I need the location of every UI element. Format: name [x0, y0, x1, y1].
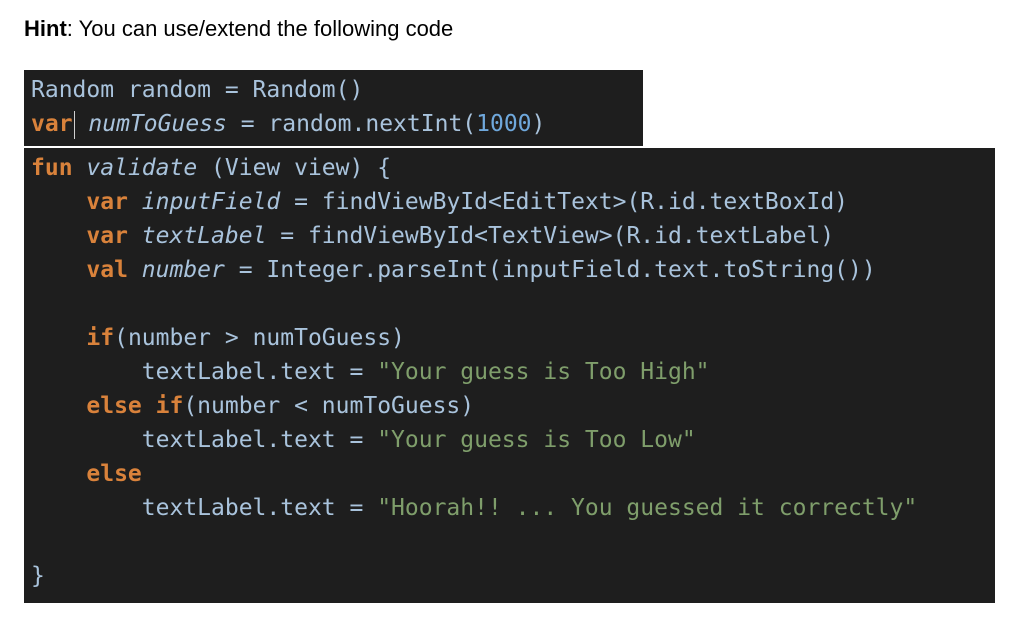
code-token: fun [31, 155, 73, 181]
code-line: Random random = Random() [31, 73, 363, 107]
code-block-random: Random random = Random() var numToGuess =… [24, 70, 643, 146]
code-token: number [141, 257, 225, 283]
code-token: inputField [141, 189, 281, 215]
code-token: = random.nextInt( [226, 111, 477, 137]
code-token: "Hoorah!! ... You guessed it correctly" [377, 495, 918, 521]
code-token: numToGuess [88, 111, 227, 137]
code-token: (View view) { [197, 155, 392, 181]
code-token: validate [86, 155, 198, 181]
code-token: "Your guess is Too High" [377, 359, 710, 385]
code-token: (number < numToGuess) [183, 393, 475, 419]
code-token: = Integer.parseInt(inputField.text.toStr… [224, 257, 876, 283]
code-token: else [86, 461, 142, 487]
code-token: "Your guess is Too Low" [377, 427, 696, 453]
code-line: else if(number < numToGuess) [31, 389, 474, 423]
code-token: var [86, 223, 128, 249]
code-token: textLabel [141, 223, 267, 249]
code-line: var inputField = findViewById<EditText>(… [31, 185, 848, 219]
hint-label: Hint [24, 16, 67, 41]
code-token: var [31, 111, 73, 137]
code-token: Random random = Random() [31, 77, 364, 103]
code-line: textLabel.text = "Your guess is Too High… [31, 355, 710, 389]
code-token: 1000 [476, 111, 532, 137]
code-token: val [86, 257, 128, 283]
code-token: } [31, 563, 45, 589]
code-block-validate: fun validate (View view) { var inputFiel… [24, 148, 995, 603]
code-line: val number = Integer.parseInt(inputField… [31, 253, 876, 287]
hint-text: : You can use/extend the following code [66, 16, 454, 41]
code-line: var textLabel = findViewById<TextView>(R… [31, 219, 834, 253]
code-token: (number > numToGuess) [114, 325, 405, 351]
code-token: textLabel.text = [31, 495, 378, 521]
code-token: = findViewById<EditText>(R.id.textBoxId) [280, 189, 849, 215]
code-token: var [86, 189, 128, 215]
code-line: } [31, 559, 45, 593]
code-token: else if [86, 393, 184, 419]
code-token: if [86, 325, 115, 351]
code-line: if(number > numToGuess) [31, 321, 405, 355]
code-token: ) [531, 111, 546, 137]
code-line: textLabel.text = "Your guess is Too Low" [31, 423, 696, 457]
code-line: textLabel.text = "Hoorah!! ... You guess… [31, 491, 917, 525]
code-line: else [31, 457, 142, 491]
code-token: textLabel.text = [31, 427, 378, 453]
code-line: var numToGuess = random.nextInt(1000) [31, 107, 545, 141]
hint-heading: Hint: You can use/extend the following c… [24, 16, 453, 42]
code-line: fun validate (View view) { [31, 151, 391, 185]
code-token: = findViewById<TextView>(R.id.textLabel) [266, 223, 835, 249]
code-token: textLabel.text = [31, 359, 378, 385]
